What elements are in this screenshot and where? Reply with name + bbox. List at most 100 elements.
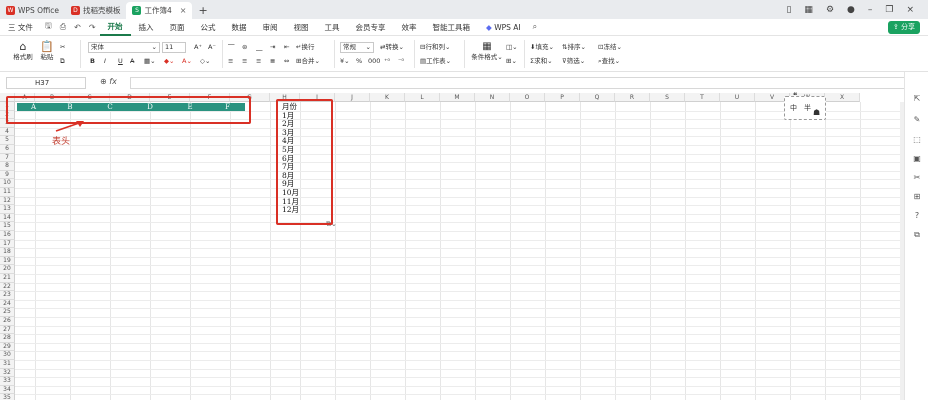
wrap-button[interactable]: ↵换行 [296,42,314,52]
menu-insert[interactable]: 插入 [131,22,162,33]
restore-icon[interactable]: ❐ [885,5,893,15]
menu-efficiency[interactable]: 效率 [394,22,425,33]
close-tab-icon[interactable]: × [180,6,187,15]
row-header-20[interactable]: 20 [0,265,15,274]
menu-formula[interactable]: 公式 [193,22,224,33]
font-shrink-icon[interactable]: A⁻ [208,42,216,52]
row-header-8[interactable]: 8 [0,162,15,171]
row-header-31[interactable]: 31 [0,360,15,369]
menu-page[interactable]: 页面 [162,22,193,33]
ime-toolbar[interactable]: ❝ 中 半 ☗ [784,91,826,120]
bold-button[interactable]: B [90,56,95,66]
menu-data[interactable]: 数据 [224,22,255,33]
row-header-10[interactable]: 10 [0,179,15,188]
column-header-t[interactable]: T [685,93,720,102]
tab-workbook[interactable]: S 工作簿4 × [126,2,193,19]
worksheet-button[interactable]: ▤工作表⌄ [420,56,451,66]
avatar[interactable]: ● [847,5,855,15]
percent-icon[interactable]: % [356,56,362,66]
row-header-22[interactable]: 22 [0,282,15,292]
menu-review[interactable]: 审阅 [255,22,286,33]
justify-icon[interactable]: ≣ [270,56,275,66]
row-header-32[interactable]: 32 [0,368,15,378]
sum-button[interactable]: Σ求和⌄ [530,56,553,66]
ime-chinese[interactable]: 中 [790,103,797,113]
find-button[interactable]: ⌕查找⌄ [598,56,620,66]
fill-color-icon[interactable]: ◆⌄ [164,56,174,66]
column-header-x[interactable]: X [825,93,860,102]
currency-icon[interactable]: ¥⌄ [340,56,350,66]
name-box[interactable]: H37 [6,77,86,89]
row-header-6[interactable]: 6 [0,145,15,154]
underline-button[interactable]: U [118,56,123,66]
column-header-m[interactable]: M [440,93,475,102]
row-header-29[interactable]: 29 [0,342,15,352]
column-header-o[interactable]: O [510,93,545,102]
freeze-button[interactable]: ⊡冻结⌄ [598,42,622,52]
formula-input[interactable] [130,77,906,89]
align-left-icon[interactable]: ≡ [228,56,233,66]
cell-style-icon[interactable]: ◫⌄ [506,42,518,52]
outdent-icon[interactable]: ⇤ [284,42,289,52]
sidebar-collapse-icon[interactable]: ⇱ [912,94,922,104]
row-header-5[interactable]: 5 [0,136,15,145]
row-header-12[interactable]: 12 [0,196,15,206]
row-header-11[interactable]: 11 [0,188,15,197]
thousands-icon[interactable]: 000 [368,56,380,66]
file-menu[interactable]: 三 文件 [0,22,41,33]
new-tab-button[interactable]: + [192,2,213,19]
row-header-14[interactable]: 14 [0,213,15,223]
font-grow-icon[interactable]: A⁺ [194,42,202,52]
align-center-icon[interactable]: ≡ [242,56,247,66]
minimize-icon[interactable]: – [868,5,873,15]
close-icon[interactable]: × [906,5,914,15]
strike-icon[interactable]: A̶ [130,56,134,66]
sidebar-help-icon[interactable]: ? [912,211,922,221]
sidebar-picture-icon[interactable]: ▣ [912,154,922,164]
spreadsheet-grid[interactable]: ABCDEFGHIJKLMNOPQRSTUVWX1234567891011121… [0,93,904,400]
grid-icon[interactable]: ▦ [804,5,813,15]
row-header-34[interactable]: 34 [0,385,15,395]
column-header-r[interactable]: R [615,93,650,102]
column-header-s[interactable]: S [650,93,685,102]
align-bottom-icon[interactable]: ⎽ [256,42,263,52]
tab-docer[interactable]: D 找稻壳模板 [65,2,127,19]
undo-icon[interactable]: ↶ [70,23,85,32]
align-middle-icon[interactable]: ⊜ [242,42,247,52]
row-header-4[interactable]: 4 [0,127,15,137]
sidebar-tools-icon[interactable]: ✂ [912,173,922,183]
clear-icon[interactable]: ◇⌄ [200,56,210,66]
ime-halfwidth[interactable]: 半 [804,103,811,113]
decimal-increase-icon[interactable]: ⁺⁰ [384,56,390,66]
column-header-k[interactable]: K [370,93,405,102]
layout-icon[interactable]: ▯ [786,5,791,15]
row-header-35[interactable]: 35 [0,394,15,400]
menu-view[interactable]: 视图 [286,22,317,33]
row-header-30[interactable]: 30 [0,351,15,360]
border-icon[interactable]: ▦⌄ [144,56,156,66]
row-header-23[interactable]: 23 [0,291,15,300]
indent-icon[interactable]: ⇥ [270,42,275,52]
row-header-16[interactable]: 16 [0,231,15,240]
conditional-format-button[interactable]: ▦ 条件格式⌄ [470,42,504,62]
paste-button[interactable]: 📋 粘贴 [37,41,57,62]
italic-button[interactable]: I [104,56,106,66]
menu-member[interactable]: 会员专享 [348,22,394,33]
column-header-j[interactable]: J [335,93,370,102]
number-format-select[interactable]: 常规 ⌄ [340,42,374,53]
row-header-26[interactable]: 26 [0,317,15,326]
row-header-33[interactable]: 33 [0,377,15,386]
align-right-icon[interactable]: ≡ [256,56,261,66]
column-header-n[interactable]: N [475,93,510,102]
row-header-17[interactable]: 17 [0,239,15,249]
row-header-21[interactable]: 21 [0,274,15,283]
fill-button[interactable]: ⬇填充⌄ [530,42,554,52]
format-painter-button[interactable]: ⌂ 格式刷 [12,41,34,62]
menu-tools[interactable]: 工具 [317,22,348,33]
cut-icon[interactable]: ✂ [60,42,65,52]
share-button[interactable]: ⇪ 分享 [887,21,920,34]
convert-button[interactable]: ⇄转换⌄ [380,42,404,52]
row-header-28[interactable]: 28 [0,334,15,343]
sidebar-data-icon[interactable]: ⊞ [912,192,922,202]
fx-icon[interactable]: fx [109,77,117,86]
